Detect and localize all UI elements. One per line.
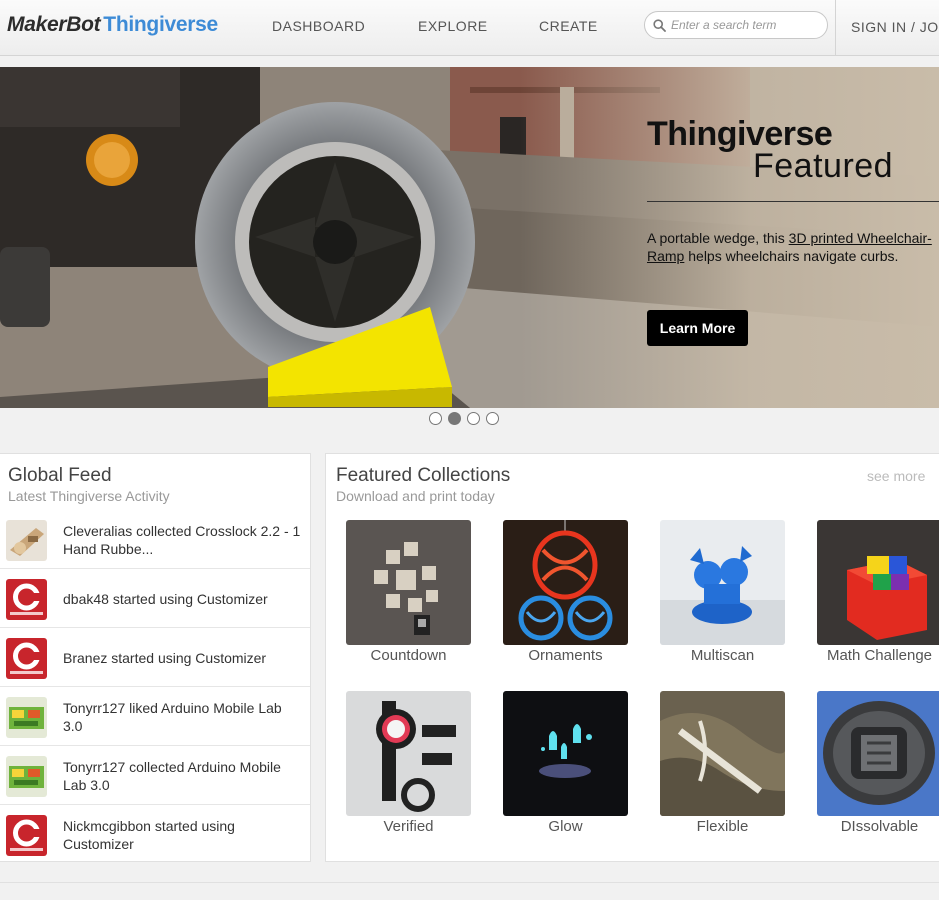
hero-divider bbox=[647, 201, 939, 202]
collection-tile-glow[interactable]: Glow bbox=[503, 691, 628, 835]
carousel-dot-2[interactable] bbox=[448, 412, 461, 425]
collection-tile-flexible[interactable]: Flexible bbox=[660, 691, 785, 835]
see-more-link[interactable]: see more bbox=[867, 468, 925, 484]
collection-image-multiscan[interactable] bbox=[660, 520, 785, 645]
featured-hero-banner: Thingiverse Featured A portable wedge, t… bbox=[0, 67, 939, 408]
carousel-dot-3[interactable] bbox=[467, 412, 480, 425]
footer-divider bbox=[0, 882, 939, 883]
featured-collections-subtitle: Download and print today bbox=[336, 488, 495, 504]
feed-item[interactable]: Tonyrr127 collected Arduino Mobile Lab 3… bbox=[0, 746, 310, 805]
learn-more-button[interactable]: Learn More bbox=[647, 310, 748, 346]
arduino-lab-thumbnail[interactable] bbox=[6, 697, 47, 738]
collection-tile-countdown[interactable]: Countdown bbox=[346, 520, 471, 664]
customizer-thumbnail[interactable] bbox=[6, 815, 47, 856]
feed-item[interactable]: Cleveralias collected Crosslock 2.2 - 1 … bbox=[0, 510, 310, 569]
collection-label[interactable]: Ornaments bbox=[503, 647, 628, 664]
collection-image-countdown[interactable] bbox=[346, 520, 471, 645]
global-feed-panel: Global Feed Latest Thingiverse Activity … bbox=[0, 453, 311, 862]
carousel-dot-4[interactable] bbox=[486, 412, 499, 425]
top-nav-bar: MakerBot Thingiverse DASHBOARD EXPLORE CR… bbox=[0, 0, 939, 56]
featured-collections-title: Featured Collections bbox=[336, 465, 511, 486]
nav-explore[interactable]: EXPLORE bbox=[418, 18, 488, 34]
featured-collections-panel: Featured Collections Download and print … bbox=[325, 453, 939, 862]
collection-image-dissolvable[interactable] bbox=[817, 691, 939, 816]
collection-label[interactable]: Glow bbox=[503, 818, 628, 835]
collection-label[interactable]: Math Challenge bbox=[817, 647, 939, 664]
countdown-image bbox=[346, 520, 471, 645]
collection-label[interactable]: Multiscan bbox=[660, 647, 785, 664]
sign-in-link[interactable]: SIGN IN / JOI bbox=[851, 19, 939, 35]
logo-thingiverse-text: Thingiverse bbox=[103, 13, 218, 36]
collection-image-glow[interactable] bbox=[503, 691, 628, 816]
arduino-lab-image bbox=[6, 697, 47, 738]
crosslock-thumbnail[interactable] bbox=[6, 520, 47, 561]
math-challenge-image bbox=[817, 520, 939, 645]
customizer-logo-icon bbox=[6, 638, 47, 679]
collection-image-flexible[interactable] bbox=[660, 691, 785, 816]
customizer-thumbnail[interactable] bbox=[6, 638, 47, 679]
collection-tile-multiscan[interactable]: Multiscan bbox=[660, 520, 785, 664]
global-feed-subtitle: Latest Thingiverse Activity bbox=[8, 488, 170, 504]
collection-label[interactable]: DIssolvable bbox=[817, 818, 939, 835]
ornaments-image bbox=[503, 520, 628, 645]
feed-item-text[interactable]: Tonyrr127 collected Arduino Mobile Lab 3… bbox=[63, 746, 305, 805]
hero-description: A portable wedge, this 3D printed Wheelc… bbox=[647, 229, 939, 265]
customizer-logo-icon bbox=[6, 579, 47, 620]
collection-label[interactable]: Countdown bbox=[346, 647, 471, 664]
hero-subtitle: Featured bbox=[753, 147, 894, 185]
feed-item-text[interactable]: Cleveralias collected Crosslock 2.2 - 1 … bbox=[63, 510, 305, 569]
collection-tile-verified[interactable]: Verified bbox=[346, 691, 471, 835]
carousel-dot-1[interactable] bbox=[429, 412, 442, 425]
collection-tile-dissolvable[interactable]: DIssolvable bbox=[817, 691, 939, 835]
collection-label[interactable]: Flexible bbox=[660, 818, 785, 835]
glow-image bbox=[503, 691, 628, 816]
collection-image-verified[interactable] bbox=[346, 691, 471, 816]
verified-image bbox=[346, 691, 471, 816]
collection-label[interactable]: Verified bbox=[346, 818, 471, 835]
feed-item-text[interactable]: Nickmcgibbon started using Customizer bbox=[63, 805, 305, 864]
feed-list: Cleveralias collected Crosslock 2.2 - 1 … bbox=[0, 510, 310, 864]
multiscan-image bbox=[660, 520, 785, 645]
feed-item-text[interactable]: dbak48 started using Customizer bbox=[63, 569, 305, 628]
hero-desc-after: helps wheelchairs navigate curbs. bbox=[684, 248, 899, 264]
feed-item-text[interactable]: Branez started using Customizer bbox=[63, 628, 305, 687]
global-feed-title: Global Feed bbox=[8, 465, 112, 486]
collection-tile-math-challenge[interactable]: Math Challenge bbox=[817, 520, 939, 664]
collection-tile-ornaments[interactable]: Ornaments bbox=[503, 520, 628, 664]
search-icon bbox=[653, 19, 666, 32]
hero-desc-before: A portable wedge, this bbox=[647, 230, 789, 246]
feed-item[interactable]: dbak48 started using Customizer bbox=[0, 569, 310, 628]
arduino-lab-thumbnail[interactable] bbox=[6, 756, 47, 797]
feed-item[interactable]: Nickmcgibbon started using Customizer bbox=[0, 805, 310, 864]
feed-item[interactable]: Branez started using Customizer bbox=[0, 628, 310, 687]
feed-item[interactable]: Tonyrr127 liked Arduino Mobile Lab 3.0 bbox=[0, 687, 310, 746]
logo-makerbot-text: MakerBot bbox=[7, 13, 101, 36]
customizer-thumbnail[interactable] bbox=[6, 579, 47, 620]
flexible-image bbox=[660, 691, 785, 816]
collection-image-math-challenge[interactable] bbox=[817, 520, 939, 645]
search-box[interactable] bbox=[644, 11, 828, 39]
thingiverse-logo[interactable]: MakerBot Thingiverse bbox=[7, 13, 218, 37]
dissolvable-image bbox=[817, 691, 939, 816]
nav-create[interactable]: CREATE bbox=[539, 18, 598, 34]
collection-image-ornaments[interactable] bbox=[503, 520, 628, 645]
crosslock-image bbox=[6, 520, 47, 561]
customizer-logo-icon bbox=[6, 815, 47, 856]
nav-dashboard[interactable]: DASHBOARD bbox=[272, 18, 365, 34]
arduino-lab-image bbox=[6, 756, 47, 797]
search-input[interactable] bbox=[671, 15, 821, 35]
feed-item-text[interactable]: Tonyrr127 liked Arduino Mobile Lab 3.0 bbox=[63, 687, 305, 746]
nav-divider bbox=[835, 0, 836, 56]
